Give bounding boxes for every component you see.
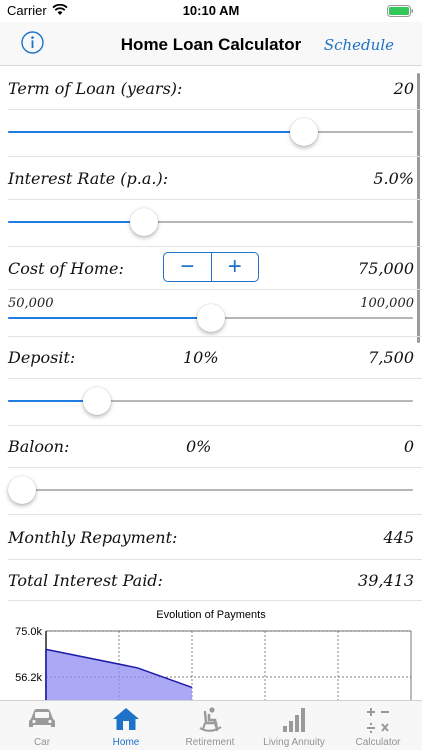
- payments-chart: Evolution of Payments 75.0k 56.2k: [0, 605, 422, 700]
- bar-chart-icon: [252, 706, 336, 739]
- divider: [8, 246, 422, 247]
- divider: [8, 109, 422, 110]
- tab-label: Retirement: [185, 737, 235, 748]
- cost-of-home-label: Cost of Home:: [8, 259, 124, 278]
- monthly-repayment-value: 445: [383, 528, 414, 547]
- calculator-form: Term of Loan (years): 20 Interest Rate (…: [0, 67, 422, 700]
- slider-fill: [8, 131, 304, 133]
- chart-title: Evolution of Payments: [156, 609, 266, 621]
- navigation-bar: Home Loan Calculator Schedule: [0, 22, 422, 66]
- tab-car[interactable]: Car: [0, 701, 84, 750]
- divider: [8, 199, 422, 200]
- house-icon: [84, 706, 168, 737]
- deposit-slider[interactable]: [8, 386, 413, 416]
- tab-bar: Car Home Retirement Living Annuity Calcu…: [0, 700, 422, 750]
- interest-rate-slider[interactable]: [8, 207, 413, 237]
- tab-label: Car: [33, 737, 51, 748]
- divider: [8, 514, 422, 515]
- divider: [8, 600, 422, 601]
- cost-stepper: − +: [163, 252, 259, 282]
- deposit-percent: 10%: [183, 348, 219, 367]
- baloon-label: Baloon:: [8, 437, 70, 456]
- divider: [8, 467, 422, 468]
- divider: [8, 289, 422, 290]
- y-tick-label: 75.0k: [15, 626, 42, 638]
- increment-button[interactable]: +: [212, 253, 259, 281]
- calculator-icon: [336, 706, 420, 741]
- interest-rate-value: 5.0%: [373, 169, 414, 188]
- term-slider[interactable]: [8, 117, 413, 147]
- slider-thumb[interactable]: [83, 387, 112, 415]
- battery-icon: [387, 4, 414, 22]
- tab-label: Calculator: [355, 737, 401, 748]
- baloon-value: 0: [403, 437, 414, 456]
- scroll-indicator[interactable]: [417, 73, 420, 343]
- rocking-chair-icon: [168, 706, 252, 739]
- term-label: Term of Loan (years):: [8, 79, 183, 98]
- interest-rate-label: Interest Rate (p.a.):: [8, 169, 169, 188]
- divider: [8, 378, 422, 379]
- monthly-repayment-label: Monthly Repayment:: [8, 528, 178, 547]
- slider-thumb[interactable]: [196, 304, 225, 332]
- divider: [8, 559, 422, 560]
- total-interest-value: 39,413: [358, 571, 414, 590]
- tab-calculator[interactable]: Calculator: [336, 701, 420, 750]
- slider-fill: [8, 317, 211, 319]
- cost-slider[interactable]: [8, 303, 413, 333]
- car-icon: [0, 706, 84, 735]
- deposit-label: Deposit:: [8, 348, 76, 367]
- slider-thumb[interactable]: [289, 118, 318, 146]
- tab-retirement[interactable]: Retirement: [168, 701, 252, 750]
- schedule-button[interactable]: Schedule: [324, 36, 394, 54]
- clock: 10:10 AM: [182, 3, 240, 18]
- baloon-percent: 0%: [186, 437, 212, 456]
- divider: [8, 156, 422, 157]
- term-value: 20: [393, 79, 414, 98]
- tab-label: Home: [112, 737, 140, 748]
- slider-thumb[interactable]: [129, 208, 158, 236]
- tab-label: Living Annuity: [263, 737, 325, 748]
- deposit-value: 7,500: [368, 348, 414, 367]
- divider: [8, 336, 422, 337]
- decrement-button[interactable]: −: [164, 253, 212, 281]
- total-interest-label: Total Interest Paid:: [8, 571, 163, 590]
- cost-of-home-value: 75,000: [358, 259, 414, 278]
- tab-living-annuity[interactable]: Living Annuity: [252, 701, 336, 750]
- baloon-slider[interactable]: [8, 475, 413, 505]
- slider-fill: [8, 221, 144, 223]
- divider: [8, 425, 422, 426]
- status-bar: Carrier 10:10 AM: [0, 0, 422, 22]
- slider-track: [8, 489, 413, 491]
- tab-home[interactable]: Home: [84, 701, 168, 750]
- slider-thumb[interactable]: [8, 476, 37, 504]
- y-tick-label: 56.2k: [15, 672, 42, 684]
